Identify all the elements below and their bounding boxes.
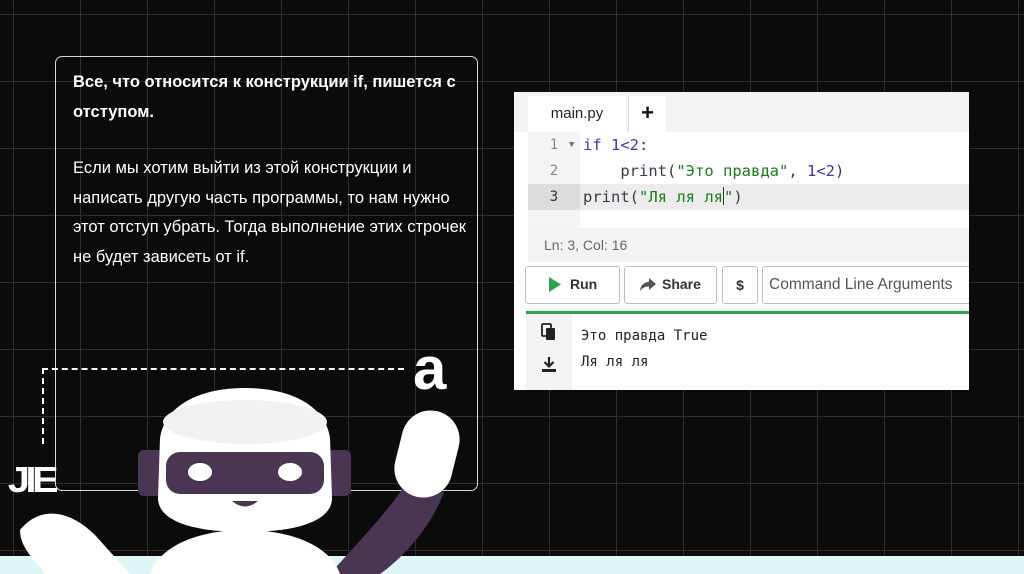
share-button[interactable]: Share <box>624 266 717 304</box>
robot-left-arm <box>20 513 130 574</box>
robot-right-eye <box>278 463 302 481</box>
output-sidebar <box>526 314 572 390</box>
share-label: Share <box>662 276 701 292</box>
robot-left-eye <box>188 463 212 481</box>
line-number: 1 ▼ <box>528 132 580 158</box>
dollar-button[interactable]: $ <box>722 266 758 304</box>
robot-right-hand <box>394 410 460 498</box>
tab-bar: main.py + <box>514 92 969 132</box>
command-line-arguments-input[interactable] <box>762 266 969 304</box>
copy-icon[interactable] <box>541 323 557 341</box>
add-tab-button[interactable]: + <box>628 96 666 132</box>
run-toolbar: Run Share $ <box>514 262 969 312</box>
line-gutter: 1 ▼ 2 3 <box>528 132 580 228</box>
cursor-status: Ln: 3, Col: 16 <box>528 228 969 262</box>
code-line-1: if 1<2: <box>583 136 649 154</box>
robot-illustration <box>20 388 460 574</box>
code-editor-panel: main.py + 1 ▼ 2 3 if 1<2: print("Это прав… <box>514 92 969 390</box>
code-editor[interactable]: 1 ▼ 2 3 if 1<2: print("Это правда", 1<2) … <box>528 132 969 228</box>
line-number-active: 3 <box>528 184 580 210</box>
line-number: 2 <box>549 163 559 179</box>
run-label: Run <box>570 276 598 292</box>
robot-body <box>150 530 340 574</box>
share-arrow-icon <box>639 267 657 315</box>
tab-main-py[interactable]: main.py <box>528 96 626 132</box>
run-button[interactable]: Run <box>525 266 620 304</box>
output-line: Это правда True <box>581 328 708 344</box>
code-line-3: print("Ля ля ля") <box>580 184 969 210</box>
dashed-frame-top <box>42 368 404 370</box>
output-line: Ля ля ля <box>581 354 649 370</box>
chevron-down-icon[interactable]: ▼ <box>569 132 574 158</box>
card-heading: Все, что относится к конструкции if, пиш… <box>73 73 456 121</box>
card-body: Если мы хотим выйти из этой конструкции … <box>73 159 466 266</box>
code-line-2: print("Это правда", 1<2) <box>620 162 845 180</box>
download-icon[interactable] <box>541 356 557 374</box>
output-panel: Это правда True Ля ля ля <box>526 311 969 390</box>
robot-head-top <box>163 400 327 444</box>
play-icon <box>548 267 562 315</box>
